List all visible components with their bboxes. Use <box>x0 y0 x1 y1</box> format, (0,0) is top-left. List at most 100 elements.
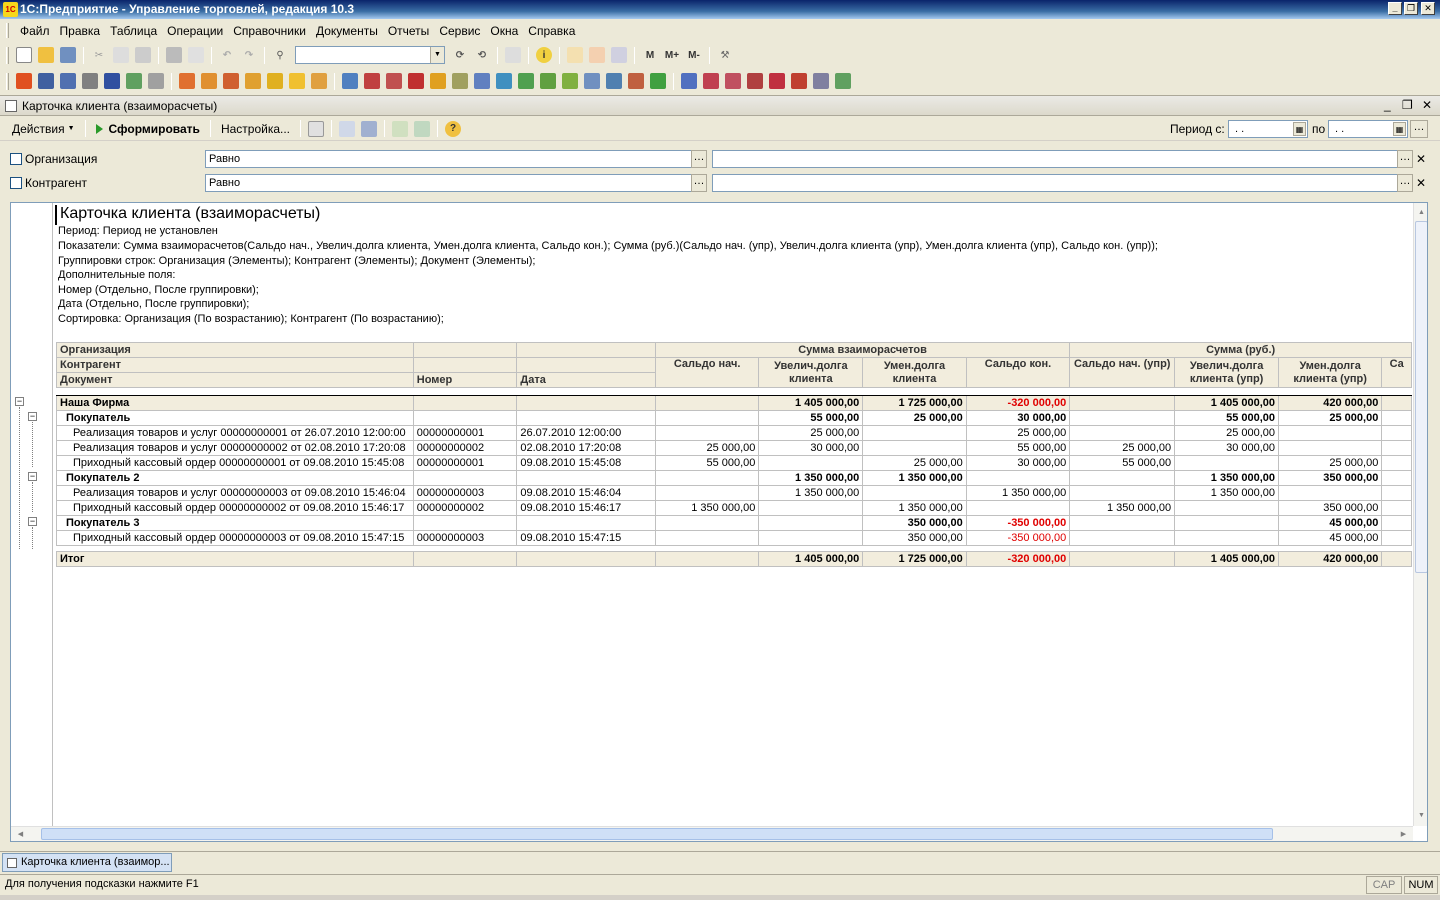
report-sheet[interactable]: − − − − Карточка клиента (взаиморасчеты)… <box>10 202 1428 842</box>
cell-value[interactable] <box>862 425 967 441</box>
generate-button[interactable]: Сформировать <box>90 122 206 136</box>
cell-value[interactable]: 25 000,00 <box>1069 440 1176 456</box>
cell-value[interactable] <box>1381 470 1412 486</box>
search-combo[interactable]: ▼ <box>295 46 445 64</box>
goods-icon[interactable] <box>179 73 195 89</box>
contract-edit-icon[interactable] <box>725 73 741 89</box>
expand-icon[interactable] <box>392 120 409 137</box>
goods-sale-icon[interactable] <box>223 73 239 89</box>
invoice-out-icon[interactable] <box>386 73 402 89</box>
cell-value[interactable]: 1 350 000,00 <box>965 485 1071 501</box>
counterparty-condition-select-button[interactable]: … <box>691 174 707 192</box>
cell-value[interactable] <box>1069 485 1176 501</box>
cell-number[interactable]: 00000000001 <box>412 425 518 441</box>
print-icon[interactable] <box>166 47 182 63</box>
cell-value[interactable]: 45 000,00 <box>1278 515 1383 531</box>
cell-value[interactable] <box>1381 551 1412 567</box>
analysis-icon[interactable] <box>606 73 622 89</box>
cell-value[interactable]: 55 000,00 <box>654 455 760 471</box>
cell-date[interactable] <box>516 551 656 567</box>
menu-operations[interactable]: Операции <box>162 24 228 38</box>
cell-value[interactable]: 25 000,00 <box>1278 410 1383 426</box>
cell-value[interactable]: 55 000,00 <box>758 410 864 426</box>
edit-icon[interactable] <box>148 73 164 89</box>
debt-icon[interactable] <box>791 73 807 89</box>
payment-icon[interactable] <box>474 73 490 89</box>
expense-icon[interactable] <box>562 73 578 89</box>
cell-value[interactable] <box>1381 500 1412 516</box>
cell-value[interactable] <box>1381 425 1412 441</box>
organization-condition-select-button[interactable]: … <box>691 150 707 168</box>
cell-value[interactable] <box>1069 425 1176 441</box>
save-icon[interactable] <box>60 47 76 63</box>
scroll-right-icon[interactable]: ▶ <box>1396 827 1411 841</box>
find-prev-icon[interactable]: ⟲ <box>474 47 490 63</box>
cell-value[interactable]: 55 000,00 <box>1069 455 1176 471</box>
cell-value[interactable] <box>1381 410 1412 426</box>
cell-value[interactable]: 25 000,00 <box>965 425 1071 441</box>
taskbar-report-button[interactable]: Карточка клиента (взаимор... <box>2 853 172 872</box>
cell-name[interactable]: Покупатель 2 <box>56 470 414 486</box>
cell-value[interactable]: 350 000,00 <box>862 530 967 546</box>
paste-icon[interactable] <box>135 47 151 63</box>
cell-value[interactable]: 25 000,00 <box>654 440 760 456</box>
cell-value[interactable]: 55 000,00 <box>1174 410 1280 426</box>
cell-value[interactable]: -320 000,00 <box>965 395 1071 411</box>
cell-value[interactable] <box>965 470 1071 486</box>
cell-value[interactable] <box>1381 485 1412 501</box>
cell-value[interactable]: 1 350 000,00 <box>862 470 967 486</box>
bank-icon[interactable] <box>496 73 512 89</box>
cell-value[interactable] <box>654 551 760 567</box>
users-icon[interactable] <box>104 73 120 89</box>
print-preview-icon[interactable] <box>188 47 204 63</box>
cell-value[interactable]: 420 000,00 <box>1278 395 1383 411</box>
cell-name[interactable]: Реализация товаров и услуг 00000000002 о… <box>56 440 414 456</box>
cell-number[interactable] <box>412 515 518 531</box>
counterparty-value-field[interactable] <box>712 174 1398 192</box>
menu-reports[interactable]: Отчеты <box>383 24 434 38</box>
cell-value[interactable] <box>1381 530 1412 546</box>
cell-value[interactable] <box>1278 440 1383 456</box>
cell-value[interactable]: 55 000,00 <box>965 440 1071 456</box>
warehouse-icon[interactable] <box>267 73 283 89</box>
doc-minimize-button[interactable]: _ <box>1384 99 1391 112</box>
collapse-buyer-icon[interactable]: − <box>28 412 37 421</box>
cell-value[interactable] <box>654 395 760 411</box>
contract-icon[interactable] <box>681 73 697 89</box>
horizontal-scrollbar[interactable]: ◀ ▶ <box>11 826 1413 841</box>
excel-icon[interactable] <box>650 73 666 89</box>
minimize-button[interactable]: _ <box>1388 2 1402 15</box>
cell-value[interactable]: 25 000,00 <box>758 425 864 441</box>
goods-return-icon[interactable] <box>245 73 261 89</box>
search-icon[interactable]: ⚲ <box>272 47 288 63</box>
columns-icon[interactable] <box>361 120 378 137</box>
printer-icon[interactable] <box>82 73 98 89</box>
organization-condition[interactable]: Равно <box>205 150 692 168</box>
cell-number[interactable] <box>412 551 518 567</box>
goods-receipt-icon[interactable] <box>201 73 217 89</box>
restore-button[interactable]: ❐ <box>1404 2 1418 15</box>
cell-value[interactable]: -350 000,00 <box>965 530 1071 546</box>
cell-value[interactable] <box>1381 440 1412 456</box>
counterparty-value-select-button[interactable]: … <box>1397 174 1413 192</box>
chevron-down-icon[interactable]: ▼ <box>430 47 444 63</box>
cell-name[interactable]: Приходный кассовый ордер 00000000002 от … <box>56 500 414 516</box>
cell-value[interactable]: 1 350 000,00 <box>1174 485 1280 501</box>
cell-number[interactable] <box>412 395 518 411</box>
cell-value[interactable]: 30 000,00 <box>965 455 1071 471</box>
add-icon[interactable] <box>518 73 534 89</box>
doc-restore-button[interactable]: ❐ <box>1402 99 1413 112</box>
cell-number[interactable]: 00000000003 <box>412 530 518 546</box>
return-icon[interactable] <box>408 73 424 89</box>
cell-value[interactable]: -320 000,00 <box>965 551 1071 567</box>
cell-name[interactable]: Реализация товаров и услуг 00000000003 о… <box>56 485 414 501</box>
book-icon[interactable] <box>38 73 54 89</box>
cut-icon[interactable]: ✂ <box>91 47 107 63</box>
menu-windows[interactable]: Окна <box>485 24 523 38</box>
contract-close-icon[interactable] <box>747 73 763 89</box>
cell-value[interactable]: 1 405 000,00 <box>1174 395 1280 411</box>
collapse-organization-icon[interactable]: − <box>15 397 24 406</box>
period-from-field[interactable]: . . ▦ <box>1228 120 1308 138</box>
open-folder-icon[interactable] <box>38 47 54 63</box>
cell-value[interactable]: 45 000,00 <box>1278 530 1383 546</box>
